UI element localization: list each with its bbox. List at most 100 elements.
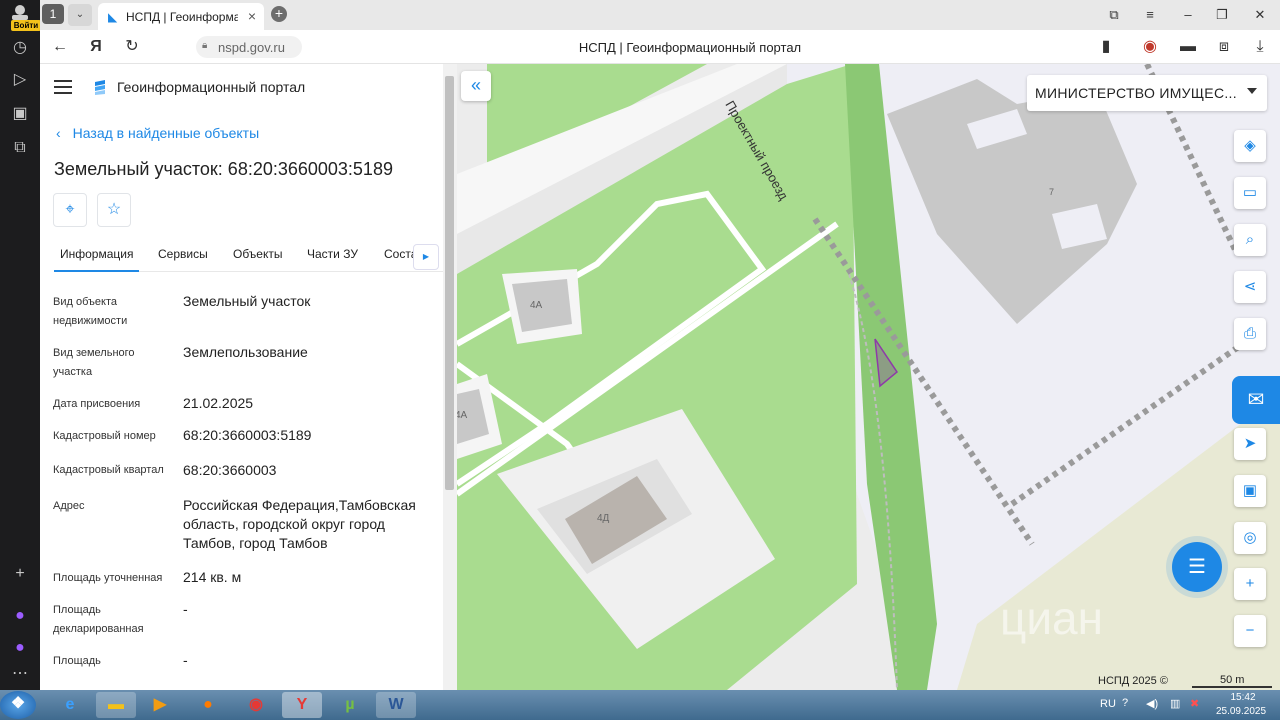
print-button[interactable]: ⎙ (1234, 318, 1266, 350)
history-icon[interactable]: ◷ (8, 36, 32, 60)
tab-objects[interactable]: Объекты (233, 247, 283, 261)
login-button[interactable]: Войти (6, 4, 41, 31)
minimize-icon[interactable]: – (1178, 6, 1198, 24)
assistant-icon[interactable]: ● (8, 636, 32, 660)
prop-label: Площадь декларированная (53, 604, 144, 635)
layer-select-dropdown[interactable]: МИНИСТЕРСТВО ИМУЩЕС... (1027, 75, 1267, 111)
minimap-button[interactable]: ▣ (1234, 475, 1266, 507)
media-player-taskbar-icon[interactable]: ▶ (140, 692, 180, 718)
firefox-taskbar-icon[interactable]: ● (188, 692, 228, 718)
yandex-browser-taskbar-icon[interactable]: Y (282, 692, 322, 718)
chrome-taskbar-icon[interactable]: ◉ (236, 692, 276, 718)
action-center-icon[interactable]: ✖ (1190, 697, 1199, 710)
geo-search-button[interactable]: ◎ (1234, 522, 1266, 554)
back-link-label: Назад в найденные объекты (72, 125, 260, 141)
prop-value: 214 кв. м (183, 569, 242, 585)
yandex-icon[interactable]: Я (86, 37, 106, 57)
tray-help-icon[interactable]: ? (1122, 697, 1128, 709)
prop-label: Вид объекта недвижимости (53, 296, 128, 327)
tab-information[interactable]: Информация (60, 247, 133, 261)
volume-icon[interactable]: ◀) (1146, 697, 1158, 710)
clock-date[interactable]: 25.09.2025 (1212, 706, 1270, 717)
bookmark-icon[interactable]: ▮ (1096, 37, 1116, 57)
prop-value: - (183, 652, 188, 668)
collapse-panel-button[interactable]: « (461, 71, 491, 101)
reload-icon[interactable]: ↻ (122, 37, 142, 57)
building-number: 4А (530, 300, 543, 311)
more-icon[interactable]: ⋯ (8, 662, 32, 686)
prop-label: Кадастровый номер (53, 430, 156, 442)
tab-parts[interactable]: Части ЗУ (307, 247, 358, 261)
prop-value: - (183, 601, 188, 617)
chevron-down-icon (1247, 88, 1257, 94)
watermark: циан (1000, 592, 1103, 644)
site-favicon-icon: ◣ (108, 10, 118, 24)
menu-icon[interactable]: ≡ (1140, 6, 1160, 24)
collections-icon[interactable]: ⧈ (1214, 37, 1234, 57)
triangle-right-icon: ▶ (422, 252, 430, 261)
alice-icon[interactable]: ● (8, 604, 32, 628)
map-attribution: НСПД 2025 © (1098, 675, 1168, 687)
tabs-scroll-right-button[interactable]: ▶ (413, 244, 439, 270)
ie-taskbar-icon[interactable]: e (50, 692, 90, 718)
explorer-taskbar-icon[interactable]: ▬ (96, 692, 136, 718)
share-button[interactable]: ⋖ (1234, 271, 1266, 303)
layers-button[interactable]: ◈ (1234, 130, 1266, 162)
clock-time[interactable]: 15:42 (1218, 692, 1268, 703)
ruler-icon: ▭ (1242, 184, 1258, 201)
restore-icon[interactable]: ❐ (1212, 6, 1232, 24)
target-icon: ◎ (1243, 529, 1257, 546)
chevrons-left-icon: « (470, 75, 481, 95)
panel-scroll-thumb[interactable] (445, 76, 454, 490)
screenshot-icon[interactable]: ⧉ (8, 136, 32, 160)
chat-bubble-icon: ✉ (1247, 389, 1265, 411)
tabs-icon[interactable]: ▣ (8, 102, 32, 126)
utorrent-taskbar-icon[interactable]: µ (330, 692, 370, 718)
promo-button[interactable]: ✉ (1232, 376, 1280, 424)
browser-sidebar: Войти ◷ ▷ ▣ ⧉ + ● ● ⋯ (0, 0, 41, 690)
play-icon[interactable]: ▷ (8, 68, 32, 92)
close-window-icon[interactable]: ✕ (1250, 6, 1270, 24)
extension-icon[interactable]: ◉ (1140, 37, 1160, 57)
tab-list-chevron-icon[interactable]: ⌄ (68, 4, 92, 26)
support-chat-button[interactable]: ☰ (1172, 542, 1222, 592)
prop-value: 68:20:3660003:5189 (183, 427, 312, 443)
user-avatar-icon (12, 5, 28, 20)
download-icon[interactable]: ⤓ (1250, 37, 1270, 57)
close-tab-icon[interactable]: × (248, 8, 256, 24)
chat-icon: ☰ (1188, 556, 1206, 578)
zoom-out-button[interactable]: − (1234, 615, 1266, 647)
share-icon: ⋖ (1243, 278, 1257, 295)
bookmarks-panel-icon[interactable]: ⧉ (1104, 6, 1124, 24)
print-icon: ⎙ (1243, 325, 1256, 342)
word-taskbar-icon[interactable]: W (376, 692, 416, 718)
select-area-button[interactable]: ⌕ (1234, 224, 1266, 256)
search-area-icon: ⌕ (1245, 231, 1255, 248)
new-tab-button[interactable]: + (271, 6, 287, 22)
object-info-panel: Геоинформационный портал ‹ Назад в найден… (40, 64, 444, 690)
back-to-results-link[interactable]: ‹ Назад в найденные объекты (56, 125, 259, 141)
map-canvas[interactable]: Проектный проезд 7 4А 4А 4Д циан (457, 64, 1280, 690)
info-tabs: Информация Сервисы Объекты Части ЗУ Сост… (54, 240, 444, 272)
building-number: 7 (1049, 187, 1054, 197)
add-icon[interactable]: + (8, 562, 32, 586)
tab-count-badge[interactable]: 1 (42, 4, 64, 24)
my-location-button[interactable]: ➤ (1234, 428, 1266, 460)
measure-button[interactable]: ▭ (1234, 177, 1266, 209)
back-arrow-icon[interactable]: ← (50, 37, 70, 57)
plus-icon: + (1245, 575, 1255, 592)
browser-tab-active[interactable]: ◣ НСПД | Геоинформацио × (98, 3, 264, 30)
start-button[interactable]: ❖ (0, 691, 36, 719)
tab-title: НСПД | Геоинформацио (126, 10, 238, 24)
prop-value: Земельный участок (183, 293, 311, 309)
url-field[interactable]: 🔒︎ nspd.gov.ru (196, 36, 302, 58)
language-indicator[interactable]: RU (1100, 698, 1116, 710)
locate-object-button[interactable]: ⌖ (53, 193, 87, 227)
protect-icon[interactable]: ▬ (1178, 37, 1198, 57)
scale-label: 50 m (1220, 674, 1245, 686)
favorite-button[interactable]: ☆ (97, 193, 131, 227)
menu-hamburger-icon[interactable] (54, 80, 72, 94)
network-icon[interactable]: ▥ (1170, 697, 1180, 710)
zoom-in-button[interactable]: + (1234, 568, 1266, 600)
tab-services[interactable]: Сервисы (158, 247, 208, 261)
